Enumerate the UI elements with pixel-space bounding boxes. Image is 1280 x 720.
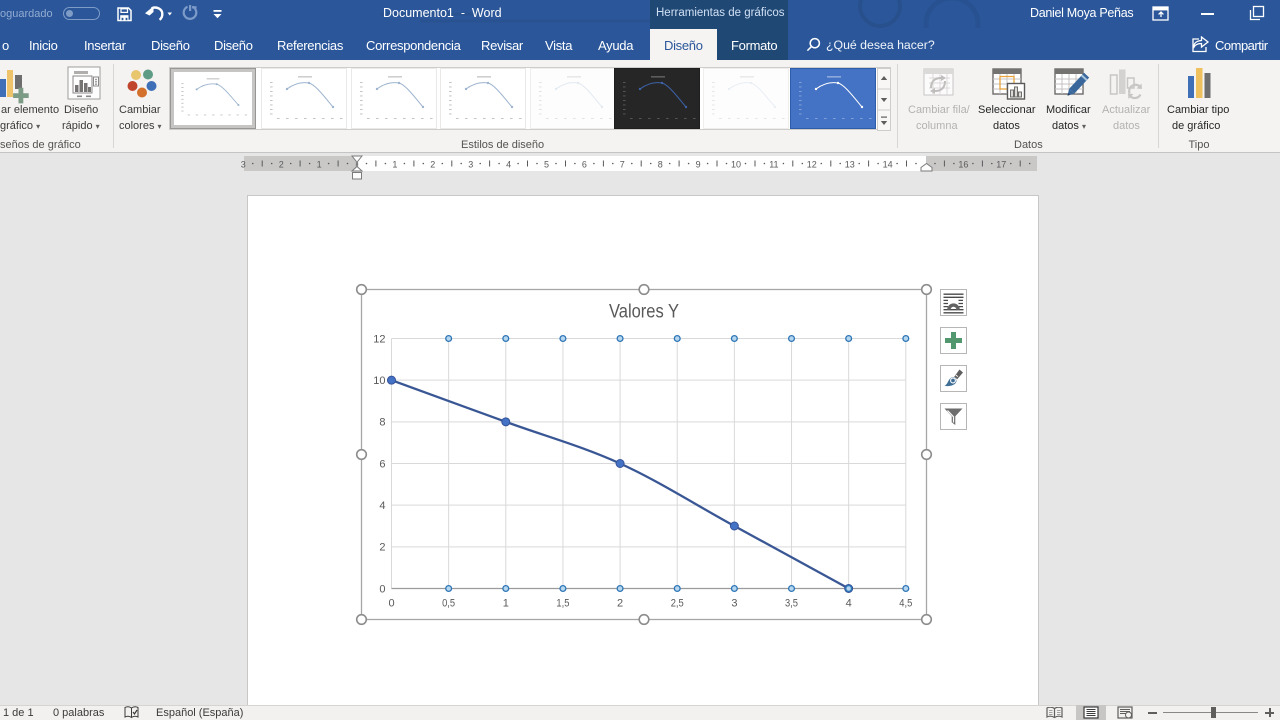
svg-text:3: 3 <box>468 160 473 170</box>
svg-text:0: 0 <box>379 583 385 595</box>
svg-text:14: 14 <box>883 160 893 170</box>
svg-text:4: 4 <box>506 160 511 170</box>
svg-text:3: 3 <box>731 598 737 610</box>
svg-text:10: 10 <box>373 375 385 387</box>
svg-text:17: 17 <box>996 160 1006 170</box>
svg-text:4: 4 <box>379 500 385 512</box>
svg-text:9: 9 <box>696 160 701 170</box>
svg-text:0,5: 0,5 <box>442 598 455 610</box>
svg-text:2: 2 <box>617 598 623 610</box>
svg-text:12: 12 <box>373 333 385 345</box>
svg-text:2: 2 <box>279 160 284 170</box>
svg-text:4: 4 <box>846 598 852 610</box>
svg-text:2: 2 <box>379 542 385 554</box>
svg-text:8: 8 <box>658 160 663 170</box>
svg-text:6: 6 <box>379 458 385 470</box>
svg-text:6: 6 <box>582 160 587 170</box>
svg-text:5: 5 <box>544 160 549 170</box>
svg-text:1: 1 <box>317 160 322 170</box>
svg-text:Valores Y: Valores Y <box>609 302 679 323</box>
svg-text:0: 0 <box>388 598 394 610</box>
svg-text:11: 11 <box>769 160 778 170</box>
svg-text:13: 13 <box>845 160 855 170</box>
svg-text:3,5: 3,5 <box>785 598 798 610</box>
svg-text:2,5: 2,5 <box>671 598 684 610</box>
svg-text:2: 2 <box>430 160 435 170</box>
svg-text:4,5: 4,5 <box>899 598 912 610</box>
svg-text:1,5: 1,5 <box>556 598 569 610</box>
svg-text:10: 10 <box>731 160 741 170</box>
svg-text:12: 12 <box>807 160 817 170</box>
svg-text:1: 1 <box>392 160 397 170</box>
svg-text:16: 16 <box>958 160 968 170</box>
svg-text:7: 7 <box>620 160 625 170</box>
svg-text:3: 3 <box>241 160 246 170</box>
svg-text:1: 1 <box>503 598 509 610</box>
svg-text:8: 8 <box>379 417 385 429</box>
